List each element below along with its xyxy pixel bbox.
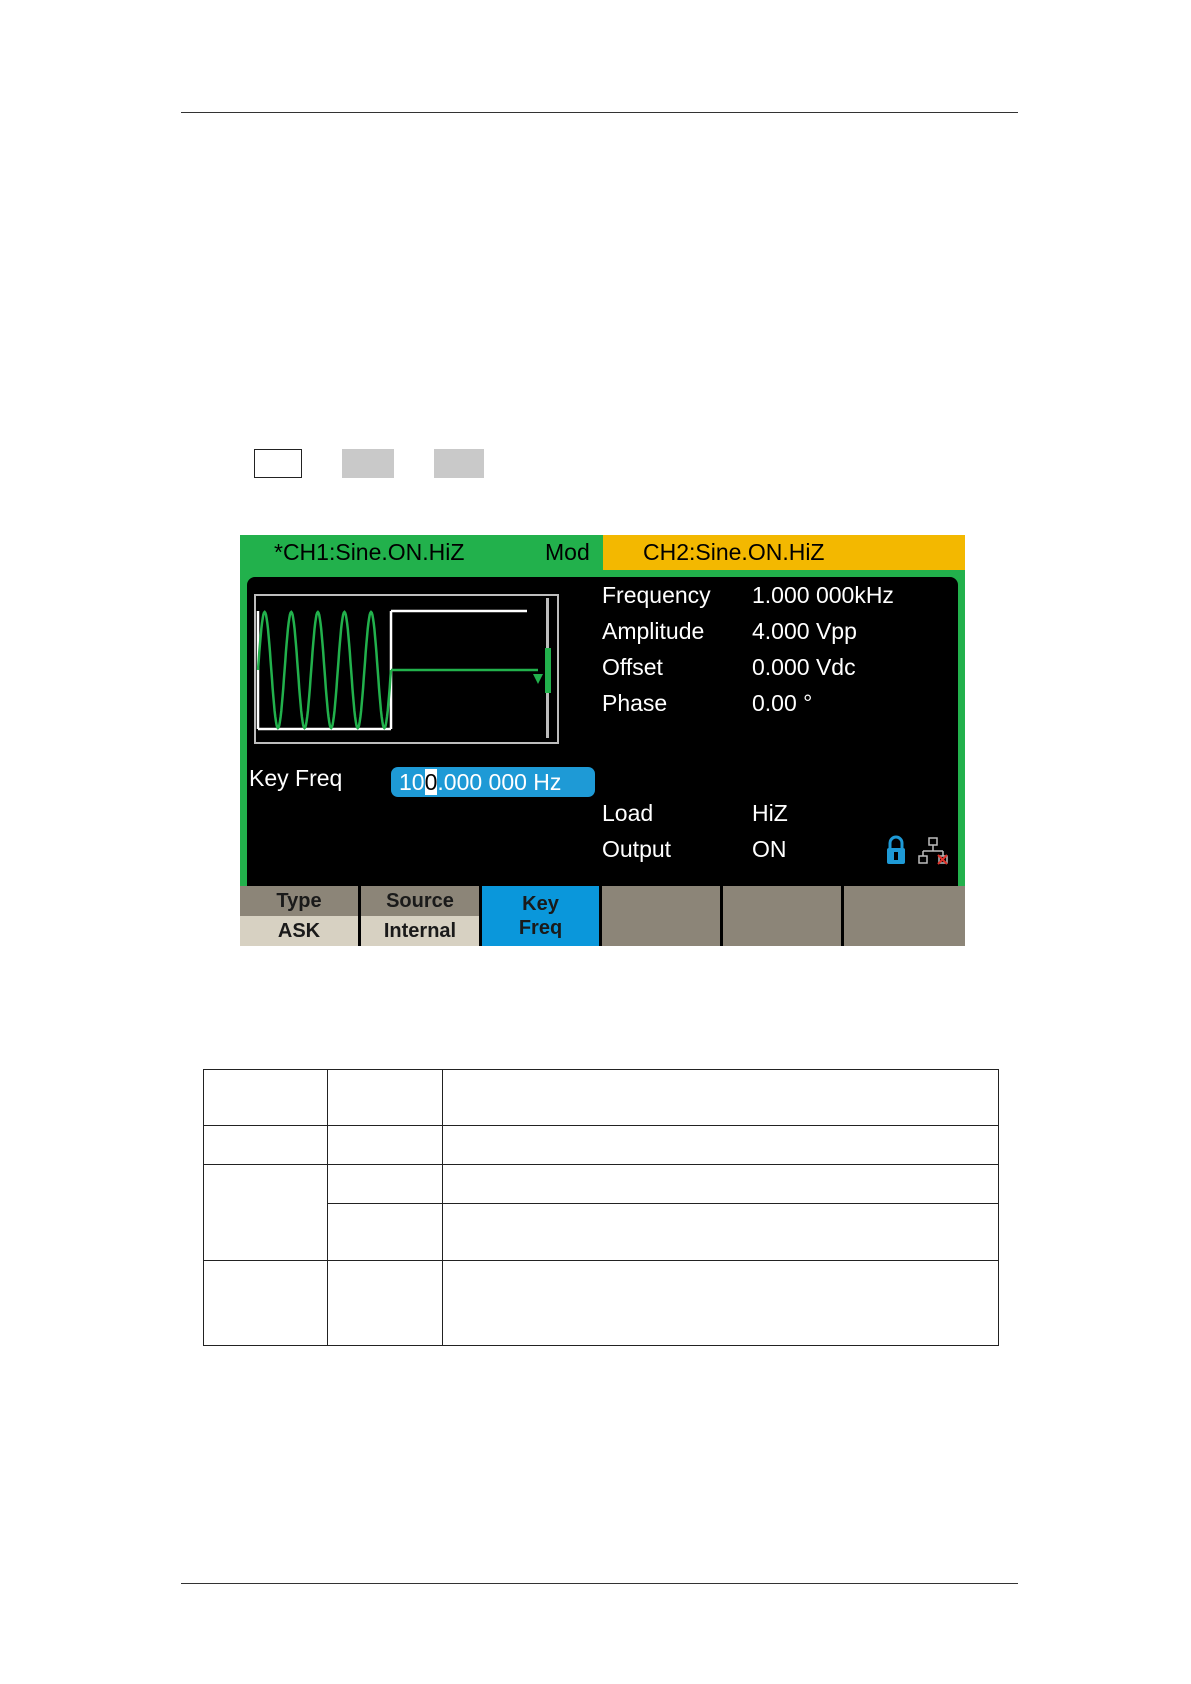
key-freq-input[interactable]: 100.000 000 Hz [391, 767, 595, 797]
ch1-title: *CH1:Sine.ON.HiZ [274, 539, 465, 565]
param-value-offset[interactable]: 0.000 Vdc [752, 654, 856, 681]
softkey-key-freq-line2: Freq [518, 917, 563, 939]
key-freq-label: Key Freq [249, 765, 343, 791]
table-row [203, 1069, 999, 1126]
softkey-4[interactable] [602, 886, 720, 946]
softkey-5[interactable] [723, 886, 841, 946]
param-value-frequency[interactable]: 1.000 000kHz [752, 582, 894, 609]
param-value-phase[interactable]: 0.00 ° [752, 690, 812, 717]
table-cell [327, 1203, 443, 1261]
softkey-bar: Type ASK Source Internal Key Freq [240, 886, 965, 946]
table-cell [327, 1069, 443, 1126]
network-icon [918, 837, 948, 865]
instrument-screen: *CH1:Sine.ON.HiZ Mod CH2:Sine.ON.HiZ Fre… [240, 535, 965, 946]
softkey-source-label: Source [361, 886, 479, 916]
table-cell [203, 1069, 328, 1126]
output-value[interactable]: ON [752, 836, 787, 863]
front-panel-key-outline [254, 449, 302, 478]
table-cell [327, 1164, 443, 1204]
table-cell [327, 1125, 443, 1165]
channel-header: *CH1:Sine.ON.HiZ Mod CH2:Sine.ON.HiZ [240, 535, 965, 570]
waveform-preview [254, 594, 559, 744]
table-row [203, 1164, 999, 1261]
softkey-key-freq-line1: Key [522, 893, 559, 915]
front-panel-key-gray-1 [342, 449, 394, 478]
param-label-frequency[interactable]: Frequency [602, 582, 711, 609]
table-cell [442, 1260, 999, 1346]
softkey-type-label: Type [240, 886, 358, 916]
ch1-tab[interactable]: *CH1:Sine.ON.HiZ Mod [240, 535, 603, 570]
table-cell [442, 1164, 999, 1204]
waveform-graph [256, 598, 551, 738]
param-label-phase[interactable]: Phase [602, 690, 667, 717]
softkey-6[interactable] [844, 886, 965, 946]
header-rule [181, 112, 1018, 113]
table-cell [442, 1069, 999, 1126]
key-freq-cursor-digit: 0 [424, 769, 438, 795]
load-label[interactable]: Load [602, 800, 653, 827]
ch2-title: CH2:Sine.ON.HiZ [643, 539, 825, 565]
lock-icon [887, 835, 905, 864]
ch2-tab[interactable]: CH2:Sine.ON.HiZ [603, 535, 965, 570]
table-row [203, 1260, 999, 1346]
front-panel-key-gray-2 [434, 449, 484, 478]
output-label[interactable]: Output [602, 836, 671, 863]
table-cell [203, 1260, 328, 1346]
key-freq-value-before: 10 [399, 769, 425, 795]
footer-rule [181, 1583, 1018, 1584]
softkey-type-value: ASK [240, 916, 358, 946]
param-value-amplitude[interactable]: 4.000 Vpp [752, 618, 857, 645]
table-cell [203, 1125, 328, 1165]
table-cell [442, 1203, 999, 1261]
param-label-amplitude[interactable]: Amplitude [602, 618, 704, 645]
softkey-source[interactable]: Source Internal [361, 886, 479, 946]
param-label-offset[interactable]: Offset [602, 654, 663, 681]
table-cell [203, 1164, 328, 1261]
parameter-table [203, 1069, 999, 1346]
table-cell [442, 1125, 999, 1165]
table-cell [327, 1260, 443, 1346]
mod-label: Mod [545, 539, 590, 565]
load-value[interactable]: HiZ [752, 800, 788, 827]
softkey-key-freq[interactable]: Key Freq [482, 886, 599, 946]
softkey-type[interactable]: Type ASK [240, 886, 358, 946]
key-freq-value-after: .000 000 Hz [437, 769, 562, 795]
softkey-source-value: Internal [361, 916, 479, 946]
table-row [203, 1125, 999, 1165]
